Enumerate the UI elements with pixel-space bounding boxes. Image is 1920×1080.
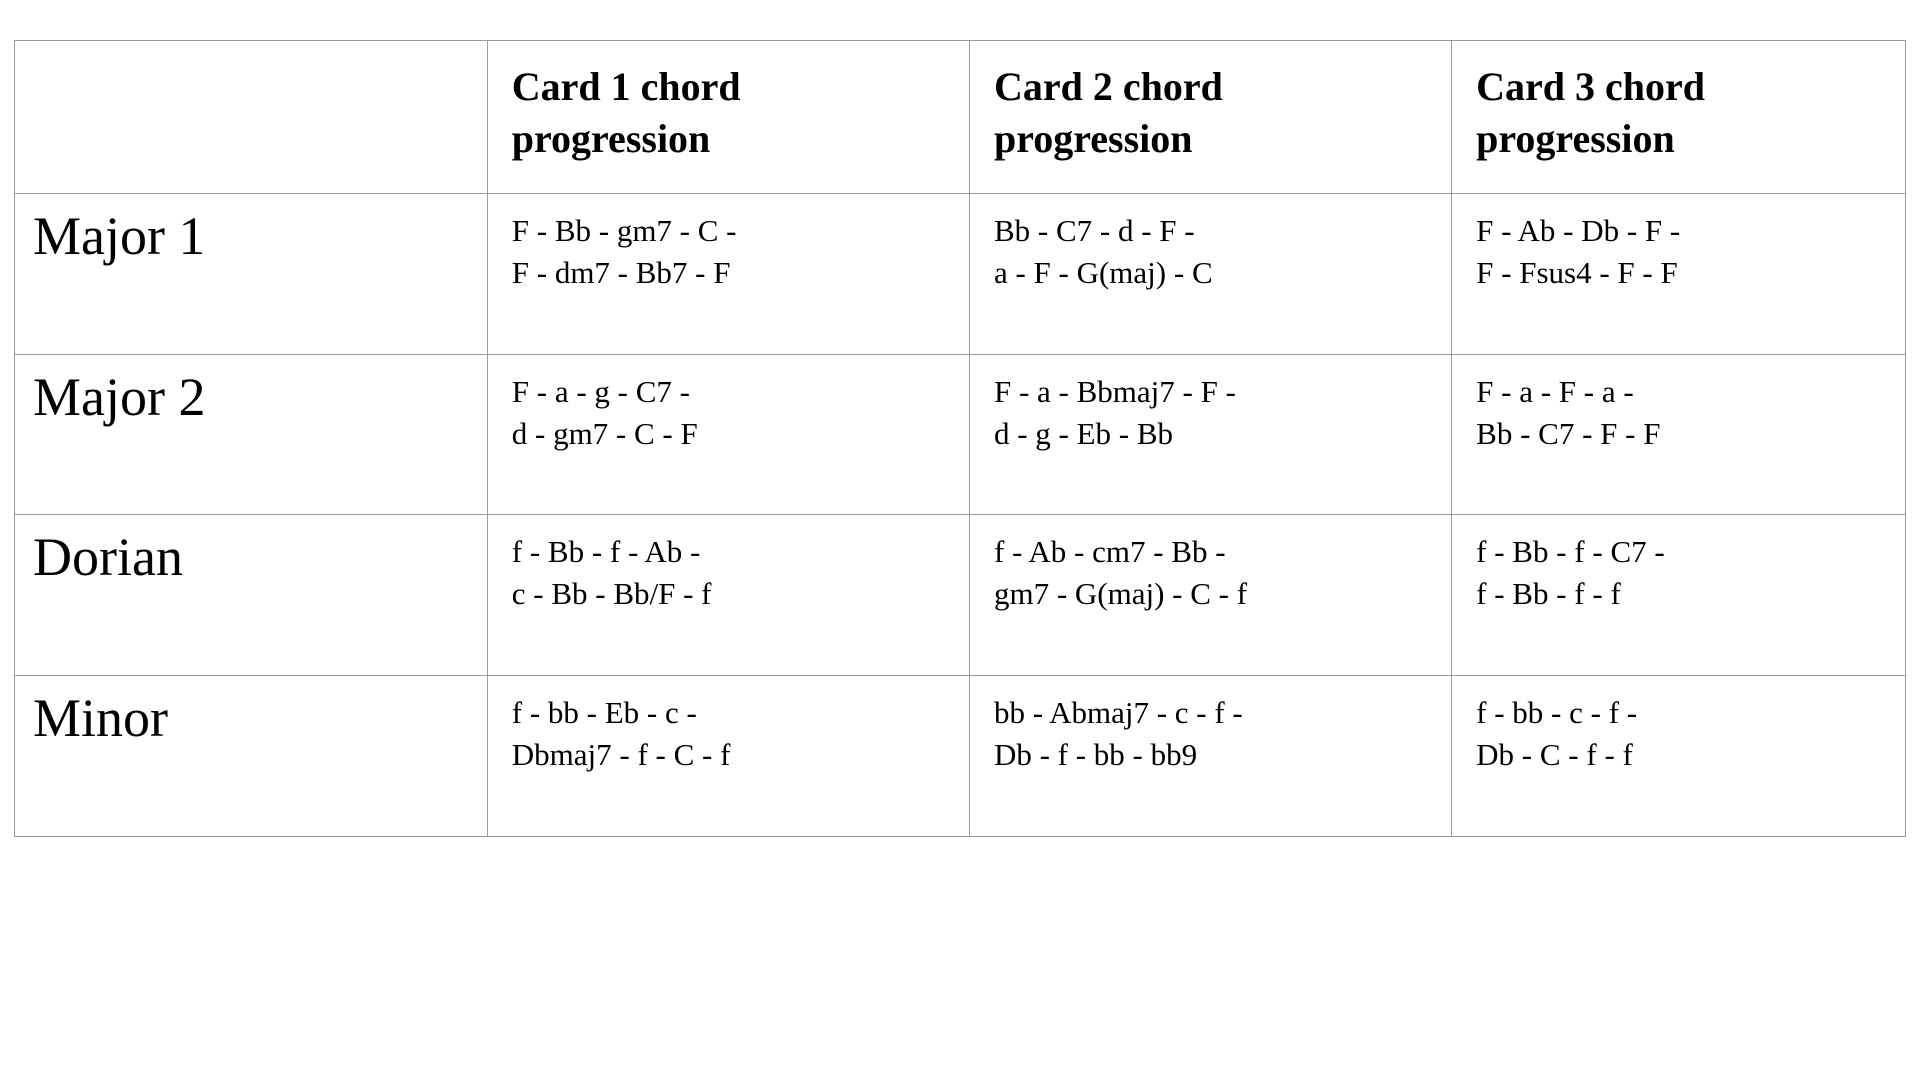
- cell-card2: bb - Abmaj7 - c - f - Db - f - bb - bb9: [969, 676, 1451, 837]
- cell-card2: F - a - Bbmaj7 - F - d - g - Eb - Bb: [969, 354, 1451, 515]
- row-label: Major 1: [15, 194, 488, 355]
- header-blank: [15, 41, 488, 194]
- cell-card3: f - Bb - f - C7 - f - Bb - f - f: [1452, 515, 1906, 676]
- cell-card3: F - a - F - a - Bb - C7 - F - F: [1452, 354, 1906, 515]
- table-row: Dorian f - Bb - f - Ab - c - Bb - Bb/F -…: [15, 515, 1906, 676]
- cell-card1: F - Bb - gm7 - C - F - dm7 - Bb7 - F: [487, 194, 969, 355]
- table-header-row: Card 1 chord progression Card 2 chord pr…: [15, 41, 1906, 194]
- table-row: Minor f - bb - Eb - c - Dbmaj7 - f - C -…: [15, 676, 1906, 837]
- table-row: Major 2 F - a - g - C7 - d - gm7 - C - F…: [15, 354, 1906, 515]
- header-card2: Card 2 chord progression: [969, 41, 1451, 194]
- cell-card1: F - a - g - C7 - d - gm7 - C - F: [487, 354, 969, 515]
- header-card1: Card 1 chord progression: [487, 41, 969, 194]
- cell-card2: Bb - C7 - d - F - a - F - G(maj) - C: [969, 194, 1451, 355]
- table-row: Major 1 F - Bb - gm7 - C - F - dm7 - Bb7…: [15, 194, 1906, 355]
- cell-card3: F - Ab - Db - F - F - Fsus4 - F - F: [1452, 194, 1906, 355]
- cell-card1: f - bb - Eb - c - Dbmaj7 - f - C - f: [487, 676, 969, 837]
- chord-progression-table: Card 1 chord progression Card 2 chord pr…: [14, 40, 1906, 837]
- header-card3: Card 3 chord progression: [1452, 41, 1906, 194]
- row-label: Major 2: [15, 354, 488, 515]
- cell-card3: f - bb - c - f - Db - C - f - f: [1452, 676, 1906, 837]
- cell-card1: f - Bb - f - Ab - c - Bb - Bb/F - f: [487, 515, 969, 676]
- row-label: Minor: [15, 676, 488, 837]
- row-label: Dorian: [15, 515, 488, 676]
- cell-card2: f - Ab - cm7 - Bb - gm7 - G(maj) - C - f: [969, 515, 1451, 676]
